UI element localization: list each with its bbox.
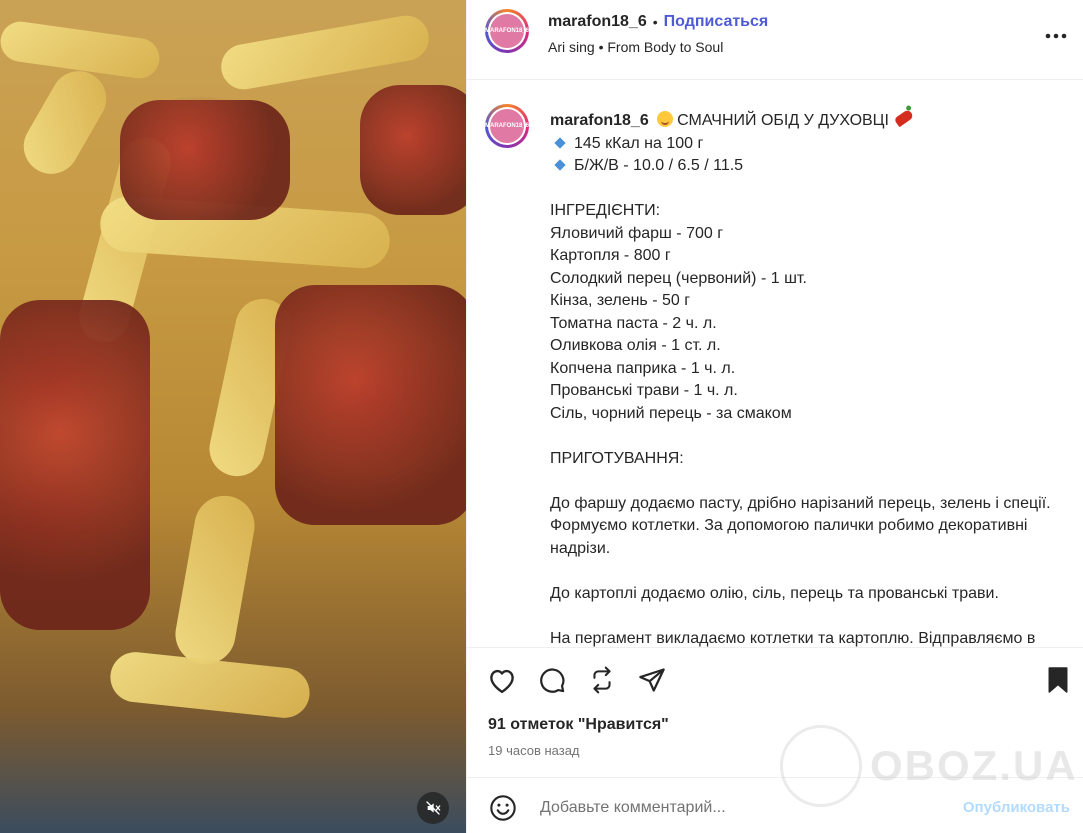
audio-artist: Ari sing xyxy=(548,39,595,55)
paper-plane-icon xyxy=(639,668,665,692)
preparation-heading: ПРИГОТУВАННЯ: xyxy=(550,449,684,467)
likes-count[interactable]: 91 отметок "Нравится" xyxy=(488,716,669,734)
header-user-row: marafon18_6 • Подписаться xyxy=(548,13,768,31)
caption-scroll-area[interactable]: MARAFON18_6 marafon18_6 СМАЧНИЙ ОБІД У Д… xyxy=(467,80,1083,647)
potato-wedge xyxy=(13,61,117,184)
username-link[interactable]: marafon18_6 xyxy=(548,13,647,31)
caption-avatar[interactable]: MARAFON18_6 xyxy=(485,104,529,148)
caption-username[interactable]: marafon18_6 xyxy=(550,112,649,129)
separator-dot: • xyxy=(652,14,658,30)
audio-separator: • xyxy=(598,39,604,55)
potato-wedge xyxy=(107,649,313,721)
ingredient-item: Картопля - 800 г xyxy=(550,247,671,264)
ingredient-item: Сіль, чорний перець - за смаком xyxy=(550,404,792,422)
more-horizontal-icon xyxy=(1045,33,1067,39)
hot-pepper-emoji-icon xyxy=(893,108,915,128)
heart-icon xyxy=(490,669,514,694)
potato-wedge xyxy=(170,491,260,669)
caption-title-line: marafon18_6 СМАЧНИЙ ОБІД У ДУХОВЦІ xyxy=(550,108,1070,133)
potato-wedge xyxy=(217,12,433,93)
caption-kcal-line: 145 кКал на 100 г xyxy=(550,133,1070,156)
preparation-step-2: До картоплі додаємо олію, сіль, перець т… xyxy=(550,584,999,602)
share-button[interactable] xyxy=(636,664,668,696)
avatar-image: MARAFON18_6 xyxy=(485,109,529,143)
ingredient-item: Копчена паприка - 1 ч. л. xyxy=(550,359,736,377)
avatar-ring: MARAFON18_6 xyxy=(485,12,529,50)
more-options-button[interactable] xyxy=(1044,24,1068,48)
cutlet xyxy=(120,100,290,220)
audio-track: From Body to Soul xyxy=(607,39,724,55)
ingredient-item: Солодкий перец (червоний) - 1 шт. xyxy=(550,269,807,287)
comment-button[interactable] xyxy=(536,664,568,696)
speaker-muted-icon xyxy=(426,801,441,815)
repost-icon xyxy=(593,666,611,694)
avatar-image: MARAFON18_6 xyxy=(485,14,529,48)
caption-title: СМАЧНИЙ ОБІД У ДУХОВЦІ xyxy=(677,112,889,129)
ingredient-item: Томатна паста - 2 ч. л. xyxy=(550,314,717,332)
smiley-icon xyxy=(490,795,516,821)
cutlet xyxy=(0,300,150,630)
mute-button[interactable] xyxy=(417,792,449,824)
caption-macros-line: Б/Ж/В - 10.0 / 6.5 / 11.5 xyxy=(550,155,1070,178)
post-video[interactable] xyxy=(0,0,466,833)
preparation-step-3: На пергамент викладаємо котлетки та карт… xyxy=(550,629,1036,647)
ingredient-item: Прованські трави - 1 ч. л. xyxy=(550,382,738,399)
watermark-text: OBOZ.UA xyxy=(870,742,1078,789)
post-panel: MARAFON18_6 marafon18_6 • Подписаться Ar… xyxy=(466,0,1083,833)
post-header: MARAFON18_6 marafon18_6 • Подписаться Ar… xyxy=(467,0,1083,80)
preparation-step-1: До фаршу додаємо пасту, дрібно нарізаний… xyxy=(550,494,1056,557)
cutlet xyxy=(275,285,466,525)
repost-button[interactable] xyxy=(586,664,618,696)
globe-icon xyxy=(780,725,862,807)
caption-text: marafon18_6 СМАЧНИЙ ОБІД У ДУХОВЦІ 145 к… xyxy=(550,108,1070,647)
avatar-ring: MARAFON18_6 xyxy=(485,107,529,145)
blue-diamond-icon xyxy=(554,136,566,149)
watermark: OBOZ.UA xyxy=(780,725,1078,807)
bookmark-filled-icon xyxy=(1048,667,1068,693)
ingredients-heading: ІНГРЕДІЄНТИ: xyxy=(550,202,661,219)
avatar[interactable]: MARAFON18_6 xyxy=(485,9,529,53)
ingredient-item: Яловичий фарш - 700 г xyxy=(550,224,724,242)
follow-button[interactable]: Подписаться xyxy=(664,13,769,31)
cutlet xyxy=(360,85,466,215)
ingredient-item: Оливкова олія - 1 ст. л. xyxy=(550,337,721,354)
yum-emoji-icon xyxy=(657,111,674,127)
caption-kcal: 145 кКал на 100 г xyxy=(574,134,704,152)
audio-attribution[interactable]: Ari sing • From Body to Soul xyxy=(548,39,723,55)
ingredient-item: Кінза, зелень - 50 г xyxy=(550,292,691,309)
blue-diamond-icon xyxy=(554,159,566,171)
caption-macros: Б/Ж/В - 10.0 / 6.5 / 11.5 xyxy=(574,157,744,174)
like-button[interactable] xyxy=(486,664,518,696)
comment-bubble-icon xyxy=(540,668,565,693)
post-time[interactable]: 19 часов назад xyxy=(488,743,580,758)
emoji-picker-button[interactable] xyxy=(487,792,519,824)
save-button[interactable] xyxy=(1042,664,1074,696)
